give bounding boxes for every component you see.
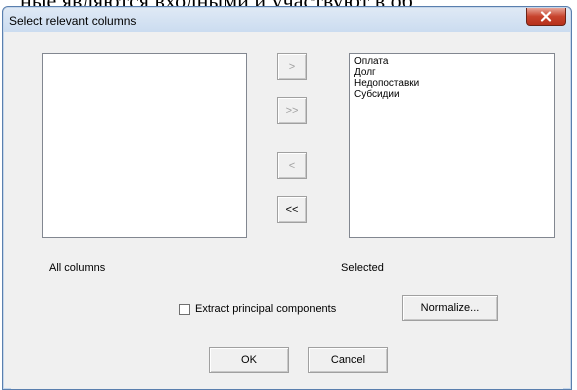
- cancel-button[interactable]: Cancel: [308, 347, 388, 373]
- extract-principal-components-checkbox[interactable]: [179, 303, 190, 315]
- select-columns-dialog: Select relevant columns > >> < << Оплата…: [2, 6, 572, 390]
- close-button[interactable]: [526, 8, 566, 26]
- add-all-button[interactable]: >>: [277, 97, 307, 124]
- remove-all-button[interactable]: <<: [277, 196, 307, 223]
- extract-principal-components-option[interactable]: Extract principal components: [179, 303, 336, 315]
- list-item[interactable]: Недопоставки: [350, 78, 554, 89]
- remove-button[interactable]: <: [277, 152, 307, 179]
- extract-principal-components-label: Extract principal components: [195, 303, 337, 315]
- dialog-client-area: > >> < << Оплата Долг Недопоставки Субси…: [11, 33, 563, 389]
- all-columns-label: All columns: [49, 262, 106, 274]
- all-columns-listbox[interactable]: [42, 53, 247, 238]
- selected-label: Selected: [341, 262, 384, 274]
- list-item[interactable]: Субсидии: [350, 89, 554, 100]
- selected-columns-listbox[interactable]: Оплата Долг Недопоставки Субсидии: [349, 53, 555, 238]
- title-bar[interactable]: Select relevant columns: [4, 8, 570, 32]
- list-item[interactable]: Оплата: [350, 56, 554, 67]
- ok-button[interactable]: OK: [209, 347, 289, 373]
- add-button[interactable]: >: [277, 53, 307, 80]
- list-item[interactable]: Долг: [350, 67, 554, 78]
- window-title: Select relevant columns: [9, 14, 137, 28]
- normalize-button[interactable]: Normalize...: [402, 295, 498, 321]
- close-icon: [540, 11, 552, 22]
